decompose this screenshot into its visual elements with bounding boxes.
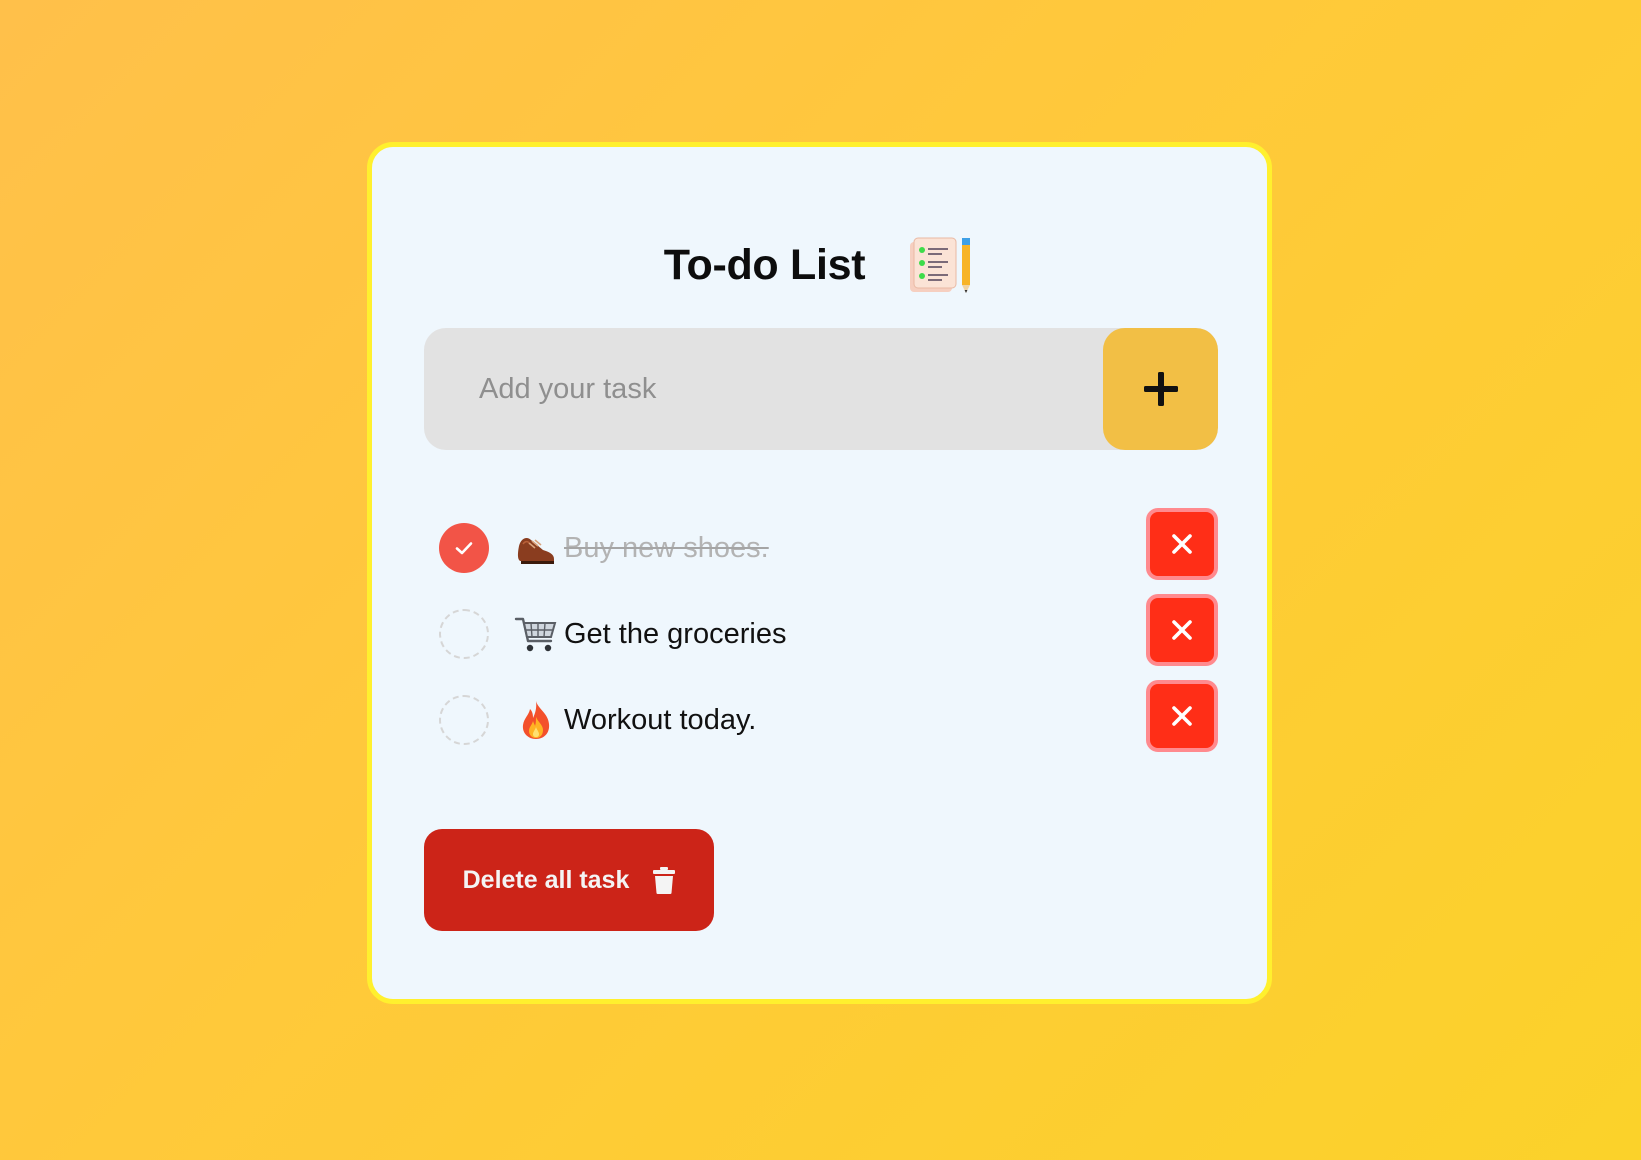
task-input[interactable] — [424, 328, 1103, 450]
page-title: To-do List — [663, 240, 866, 289]
shopping-cart-icon — [514, 612, 558, 656]
task-checkbox[interactable] — [439, 695, 489, 745]
header: To-do List — [372, 225, 1267, 305]
task-text: Workout today. — [564, 703, 757, 736]
trash-icon — [653, 866, 676, 894]
remove-task-button[interactable] — [1146, 680, 1218, 752]
add-task-form — [424, 328, 1218, 450]
close-icon — [1172, 706, 1192, 726]
task-text: Get the groceries — [564, 617, 787, 650]
delete-all-label: Delete all task — [462, 865, 630, 894]
remove-task-button[interactable] — [1146, 508, 1218, 580]
task-item: Get the groceries — [424, 591, 1218, 677]
remove-task-button[interactable] — [1146, 594, 1218, 666]
task-checkbox[interactable] — [439, 609, 489, 659]
fire-icon — [514, 698, 558, 742]
task-item: Workout today. — [424, 677, 1218, 763]
task-item: Buy new shoes. — [424, 505, 1218, 591]
todo-card: To-do List Add your task Buy new shoes. … — [367, 142, 1272, 1004]
task-checkbox-checked[interactable] — [439, 523, 489, 573]
task-list: Buy new shoes. Get the groceries Workout… — [424, 505, 1218, 763]
plus-icon — [1143, 372, 1178, 406]
shoe-icon — [514, 526, 558, 570]
delete-all-button[interactable]: Delete all task — [424, 829, 714, 931]
close-icon — [1172, 534, 1192, 554]
close-icon — [1172, 620, 1192, 640]
notepad-pencil-icon — [905, 234, 975, 296]
task-text: Buy new shoes. — [564, 531, 769, 564]
add-task-button[interactable] — [1103, 328, 1218, 450]
checkmark-icon — [455, 542, 473, 555]
